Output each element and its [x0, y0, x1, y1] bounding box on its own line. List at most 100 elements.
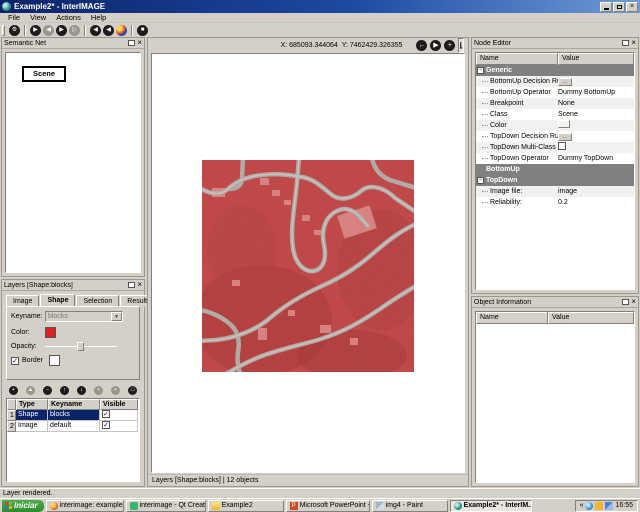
property-row[interactable]: Color	[476, 120, 634, 131]
tray-globe-icon[interactable]	[585, 502, 593, 510]
float-panel-icon[interactable]	[622, 299, 629, 305]
node-editor-header[interactable]: Node Editor ×	[472, 38, 638, 49]
extra-b-icon[interactable]: •	[111, 386, 120, 395]
property-row[interactable]: Reliability: 0.2	[476, 197, 634, 208]
multiclass-checkbox[interactable]	[558, 142, 566, 150]
col-name[interactable]: Name	[476, 53, 558, 65]
layers-toolbar: + ▲ − ↑ ↓ • • □	[6, 384, 140, 397]
start-button[interactable]: Iniciar	[2, 500, 44, 512]
move-down-icon[interactable]: ↓	[77, 386, 86, 395]
node-editor-grid: Name Value − Generic BottomUp Decision R…	[475, 52, 635, 290]
section-topdown[interactable]: − TopDown	[476, 175, 634, 186]
tray-security-icon[interactable]	[595, 502, 603, 510]
move-up-icon[interactable]: ↑	[60, 386, 69, 395]
run-to-end-icon[interactable]: ▷	[69, 25, 80, 36]
ellipsis-button[interactable]: ...	[558, 78, 572, 86]
insert-layer-icon[interactable]: ▲	[26, 386, 35, 395]
refresh-layers-icon[interactable]: □	[128, 386, 137, 395]
keyname-dropdown[interactable]: blocks ▼	[45, 311, 123, 322]
property-row[interactable]: TopDown Operator Dummy TopDown	[476, 153, 634, 164]
tray-chevron[interactable]: «	[580, 502, 584, 509]
minimize-button[interactable]	[600, 2, 612, 12]
object-info-header[interactable]: Object Information ×	[472, 297, 638, 308]
menu-view[interactable]: View	[25, 13, 51, 22]
table-row[interactable]: 2 Image default ✓	[7, 421, 139, 432]
menu-help[interactable]: Help	[86, 13, 111, 22]
pan-button[interactable]: +	[444, 40, 455, 51]
stop-icon[interactable]: ■	[137, 25, 148, 36]
taskbar-item-interimage[interactable]: Example2* - InterIM...	[450, 500, 532, 512]
menu-actions[interactable]: Actions	[51, 13, 86, 22]
taskbar-item-powerpoint[interactable]: P Microsoft PowerPoint - [I...	[286, 500, 370, 512]
collapse-icon[interactable]: −	[477, 67, 484, 74]
border-color-swatch[interactable]	[49, 355, 60, 366]
map-canvas[interactable]	[151, 53, 465, 473]
settings-gear-icon[interactable]: ⚙	[9, 25, 20, 36]
scene-node[interactable]: Scene	[22, 66, 66, 82]
collapse-icon[interactable]: −	[477, 177, 484, 184]
property-row[interactable]: Image file: image	[476, 186, 634, 197]
property-row[interactable]: Breakpoint None	[476, 98, 634, 109]
run-icon[interactable]: ▶	[56, 25, 67, 36]
toolbar-grip[interactable]	[2, 25, 5, 36]
rewind-to-start-icon[interactable]: ◀	[103, 25, 114, 36]
ellipsis-button[interactable]: ...	[558, 133, 572, 141]
opacity-slider-thumb[interactable]	[77, 342, 84, 351]
close-button[interactable]: ×	[626, 2, 638, 12]
taskbar-item-qtcreator[interactable]: interimage - Qt Creator	[126, 500, 206, 512]
extra-a-icon[interactable]: •	[94, 386, 103, 395]
add-layer-icon[interactable]: +	[9, 386, 18, 395]
firefox-icon	[50, 502, 58, 510]
section-bottomup[interactable]: BottomUp	[476, 164, 634, 175]
semantic-net-header[interactable]: Semantic Net ×	[2, 38, 144, 49]
taskbar-item-paint[interactable]: img4 - Paint	[372, 500, 448, 512]
taskbar-item-firefox[interactable]: interimage: examples:ex...	[46, 500, 124, 512]
info-button[interactable]: i	[460, 42, 462, 49]
visible-checkbox[interactable]: ✓	[102, 421, 110, 429]
close-panel-icon[interactable]: ×	[631, 40, 636, 46]
table-row[interactable]: 1 Shape blocks ✓	[7, 410, 139, 421]
object-info-grid: Name Value	[475, 311, 635, 483]
tray-network-icon[interactable]	[605, 502, 613, 510]
visible-checkbox[interactable]: ✓	[102, 410, 110, 418]
color-swatch[interactable]	[45, 327, 56, 338]
title-bar[interactable]: Example2* - InterIMAGE ×	[0, 0, 640, 13]
border-checkbox[interactable]: ✓	[11, 357, 19, 365]
info-button-frame[interactable]: i	[458, 38, 464, 53]
globe-icon[interactable]	[116, 25, 127, 36]
execute-icon[interactable]: ▶	[30, 25, 41, 36]
zoom-button[interactable]: ▶	[430, 40, 441, 51]
col-type[interactable]: Type	[16, 399, 48, 410]
semantic-net-canvas[interactable]: Scene	[5, 52, 141, 273]
col-value[interactable]: Value	[548, 312, 634, 324]
close-panel-icon[interactable]: ×	[137, 40, 142, 46]
property-row[interactable]: TopDown Multi-Class	[476, 142, 634, 153]
close-panel-icon[interactable]: ×	[631, 299, 636, 305]
aerial-image-with-blocks-overlay[interactable]	[202, 160, 414, 372]
opacity-slider[interactable]	[45, 346, 117, 347]
col-visible[interactable]: Visible	[100, 399, 138, 410]
col-keyname[interactable]: Keyname	[48, 399, 100, 410]
menu-file[interactable]: File	[3, 13, 25, 22]
float-panel-icon[interactable]	[622, 40, 629, 46]
map-nav-buttons: ← ▶ + i	[416, 38, 464, 53]
property-row[interactable]: Class Scene	[476, 109, 634, 120]
section-generic[interactable]: − Generic	[476, 65, 634, 76]
layers-header[interactable]: Layers [Shape:blocks] ×	[2, 280, 144, 291]
restore-button[interactable]	[613, 2, 625, 12]
col-value[interactable]: Value	[558, 53, 634, 65]
float-panel-icon[interactable]	[128, 40, 135, 46]
close-panel-icon[interactable]: ×	[137, 282, 142, 288]
col-name[interactable]: Name	[476, 312, 548, 324]
property-row[interactable]: TopDown Decision Rule ...	[476, 131, 634, 142]
node-color-button[interactable]	[558, 120, 570, 128]
pointer-button[interactable]: ←	[416, 40, 427, 51]
rewind-icon[interactable]: ◀	[90, 25, 101, 36]
step-back-icon[interactable]: ◀	[43, 25, 54, 36]
property-row[interactable]: BottomUp Decision Rule ...	[476, 76, 634, 87]
chevron-down-icon[interactable]: ▼	[111, 312, 122, 321]
property-row[interactable]: BottomUp Operator Dummy BottomUp	[476, 87, 634, 98]
remove-layer-icon[interactable]: −	[43, 386, 52, 395]
float-panel-icon[interactable]	[128, 282, 135, 288]
taskbar-item-explorer[interactable]: Example2	[208, 500, 284, 512]
